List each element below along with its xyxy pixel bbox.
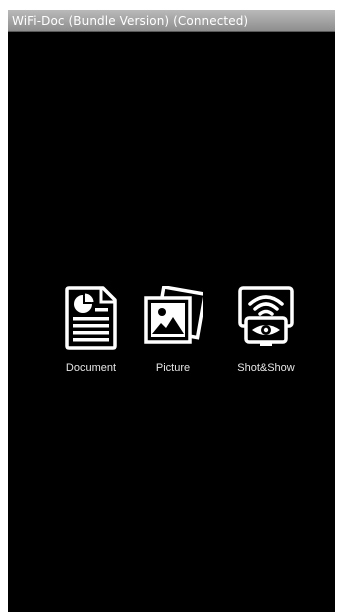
document-icon (61, 286, 121, 350)
picture-label: Picture (155, 362, 191, 374)
picture-icon (143, 286, 203, 350)
picture-button[interactable]: Picture (133, 286, 213, 381)
main-menu: Document Picture Shot&Show (8, 286, 335, 381)
app-screen: WiFi-Doc (Bundle Version) (Connected) Do… (8, 10, 335, 612)
title-bar: WiFi-Doc (Bundle Version) (Connected) (8, 10, 335, 32)
document-button[interactable]: Document (51, 286, 131, 381)
shot-show-button[interactable]: Shot&Show (226, 286, 306, 381)
app-title: WiFi-Doc (Bundle Version) (Connected) (12, 14, 249, 28)
shot-show-icon (236, 286, 296, 350)
shot-show-label: Shot&Show (237, 362, 295, 374)
